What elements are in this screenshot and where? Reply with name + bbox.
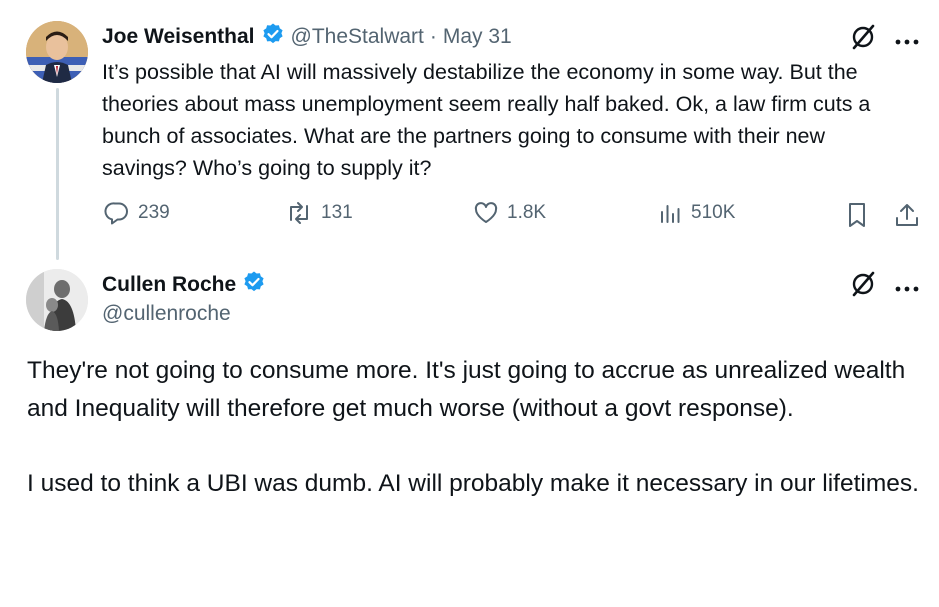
repost-icon [285,200,313,226]
grok-icon[interactable] [849,270,877,303]
reply-icon [104,200,130,226]
avatar-joe-weisenthal[interactable] [26,21,88,83]
tweet1-text: It’s possible that AI will massively des… [102,60,871,180]
views-icon [659,200,683,226]
tweet1-handle[interactable]: @TheStalwart [291,25,424,49]
reply-count: 239 [138,202,170,223]
tweet2-author-name[interactable]: Cullen Roche [102,273,236,297]
views-count: 510K [691,202,736,223]
tweet1-separator: · [429,24,437,48]
tweet2-text: They're not going to consume more. It's … [27,352,927,502]
tweet2-paragraph-1: They're not going to consume more. It's … [27,357,906,422]
like-count: 1.8K [507,202,547,223]
like-icon [473,200,499,226]
tweet2-handle[interactable]: @cullenroche [102,302,231,326]
tweet2-paragraph-2: I used to think a UBI was dumb. AI will … [27,469,919,497]
grok-icon[interactable] [849,23,877,56]
thread-connector-line [56,88,59,260]
verified-badge-icon [261,22,285,51]
more-icon[interactable] [895,33,919,51]
repost-button[interactable]: 131 [285,200,353,226]
tweet2-paragraph-spacer [27,427,927,465]
bookmark-icon[interactable] [845,201,869,234]
tweet1-author-name[interactable]: Joe Weisenthal [102,25,255,49]
repost-count: 131 [321,202,353,223]
reply-button[interactable]: 239 [104,200,170,226]
tweet1-date[interactable]: May 31 [443,25,512,49]
avatar-cullen-roche[interactable] [26,269,88,331]
like-button[interactable]: 1.8K [473,200,546,226]
share-icon[interactable] [893,201,921,234]
verified-badge-icon [242,270,266,299]
more-icon[interactable] [895,280,919,298]
views-button[interactable]: 510K [659,200,735,226]
